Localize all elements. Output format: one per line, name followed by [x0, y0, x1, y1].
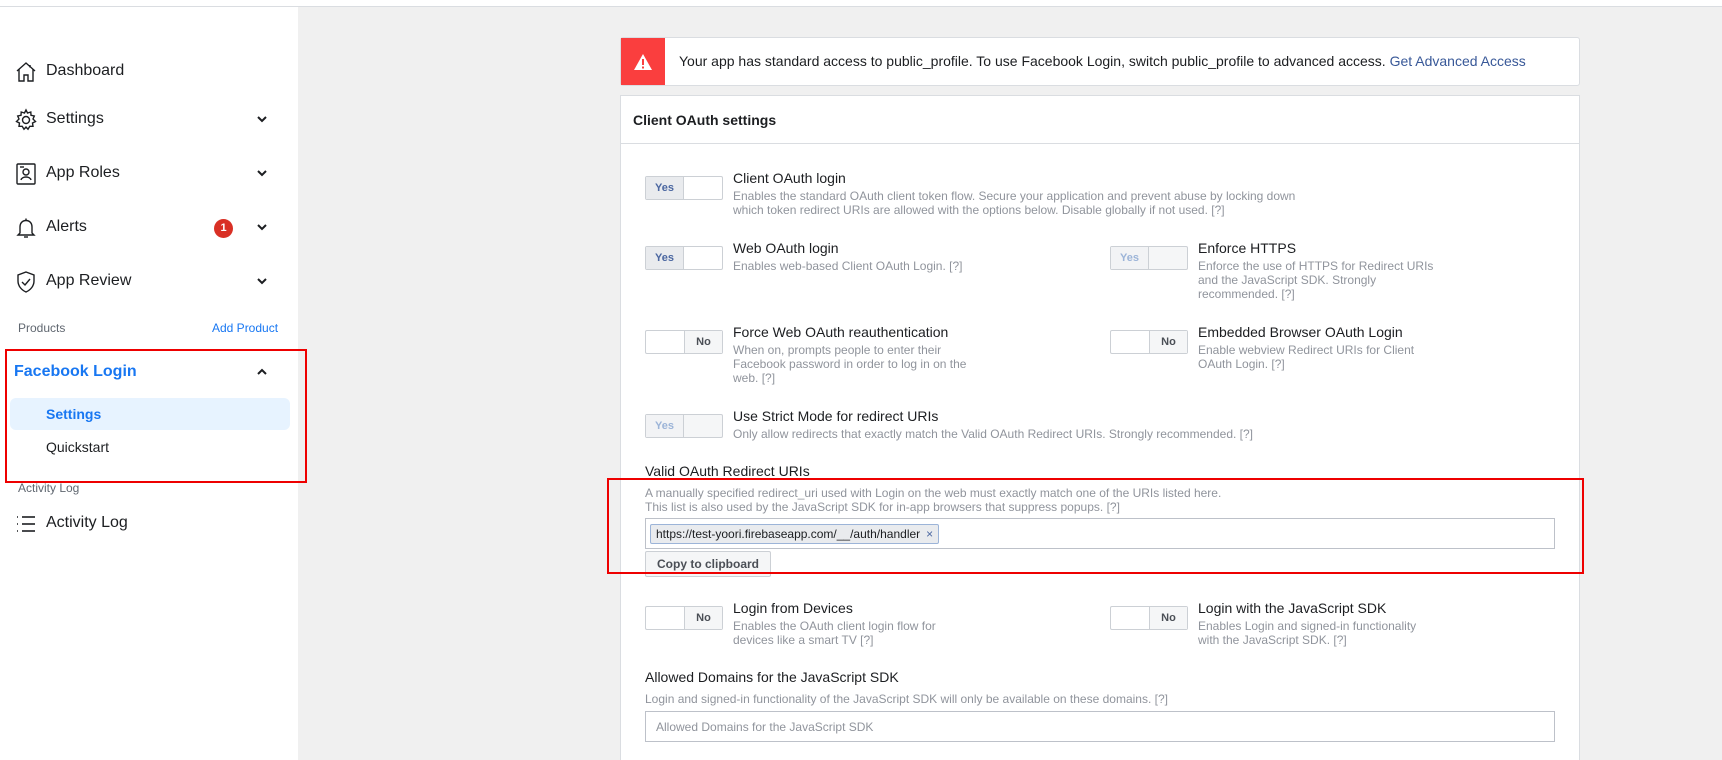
chevron-down-icon: [257, 224, 267, 231]
sidebar-subitem-settings[interactable]: Settings: [10, 398, 290, 430]
sidebar-item-app-review[interactable]: App Review: [0, 261, 298, 301]
login-js-sdk-desc: Enables Login and signed-in functionalit…: [1198, 619, 1417, 647]
redirect-uri-token: https://test-yoori.firebaseapp.com/__/au…: [650, 524, 940, 544]
sidebar-item-label: Alerts: [46, 218, 87, 235]
help-link[interactable]: [?]: [1333, 633, 1346, 647]
chevron-down-icon: [257, 170, 267, 177]
embedded-browser-desc: Enable webview Redirect URIs for Client …: [1198, 343, 1415, 371]
force-reauth-desc: When on, prompts people to enter their F…: [733, 343, 967, 385]
toggle-state: No: [1149, 331, 1187, 353]
sidebar-item-label: Settings: [46, 110, 104, 127]
panel-header: Client OAuth settings: [621, 96, 1579, 144]
sidebar-item-label: Dashboard: [46, 62, 125, 79]
help-link[interactable]: [?]: [1211, 203, 1224, 217]
sidebar-item-settings[interactable]: Settings: [0, 99, 298, 139]
web-oauth-login-toggle[interactable]: Yes: [645, 246, 723, 270]
sidebar: Dashboard Settings App Roles Alerts 1 Ap…: [0, 7, 298, 760]
sidebar-subitem-quickstart[interactable]: Quickstart: [10, 431, 290, 463]
enforce-https-toggle: Yes: [1110, 246, 1188, 270]
sidebar-item-activity-log[interactable]: Activity Log: [0, 503, 298, 543]
enforce-https-title: Enforce HTTPS: [1198, 240, 1297, 256]
allowed-domains-title: Allowed Domains for the JavaScript SDK: [645, 669, 899, 685]
help-link[interactable]: [?]: [949, 259, 962, 273]
bell-icon: [16, 218, 36, 238]
facebook-login-product[interactable]: Facebook Login: [14, 363, 137, 381]
redirect-uri-value: https://test-yoori.firebaseapp.com/__/au…: [656, 527, 921, 541]
chevron-down-icon: [257, 278, 267, 285]
help-link[interactable]: [?]: [1107, 500, 1120, 514]
advanced-access-alert: Your app has standard access to public_p…: [620, 37, 1580, 86]
sidebar-item-label: App Roles: [46, 164, 120, 181]
toggle-state: Yes: [646, 415, 684, 437]
redirect-uris-desc: A manually specified redirect_uri used w…: [645, 486, 1222, 514]
copy-to-clipboard-button[interactable]: Copy to clipboard: [645, 551, 771, 577]
get-advanced-access-link[interactable]: Get Advanced Access: [1390, 53, 1526, 69]
login-js-sdk-title: Login with the JavaScript SDK: [1198, 600, 1387, 616]
gear-icon: [15, 108, 37, 131]
embedded-browser-title: Embedded Browser OAuth Login: [1198, 324, 1403, 340]
allowed-domains-desc: Login and signed-in functionality of the…: [645, 692, 1168, 706]
toggle-state: Yes: [1111, 247, 1149, 269]
embedded-browser-oauth-toggle[interactable]: No: [1110, 330, 1188, 354]
enforce-https-desc: Enforce the use of HTTPS for Redirect UR…: [1198, 259, 1434, 301]
sidebar-subitem-label: Settings: [46, 406, 102, 422]
strict-mode-title: Use Strict Mode for redirect URIs: [733, 408, 939, 424]
web-oauth-login-desc: Enables web-based Client OAuth Login. [?…: [733, 259, 963, 273]
alert-message: Your app has standard access to public_p…: [679, 53, 1526, 69]
remove-uri-icon[interactable]: ×: [926, 527, 933, 541]
toggle-state: No: [684, 607, 722, 629]
home-icon: [16, 62, 36, 82]
chevron-down-icon: [257, 116, 267, 123]
toggle-state: Yes: [646, 247, 684, 269]
sidebar-item-label: Activity Log: [46, 514, 128, 531]
shield-check-icon: [17, 271, 35, 293]
client-oauth-login-desc: Enables the standard OAuth client token …: [733, 189, 1296, 217]
sidebar-item-app-roles[interactable]: App Roles: [0, 153, 298, 193]
help-link[interactable]: [?]: [762, 371, 775, 385]
web-oauth-login-title: Web OAuth login: [733, 240, 839, 256]
login-devices-desc: Enables the OAuth client login flow for …: [733, 619, 936, 647]
sidebar-item-dashboard[interactable]: Dashboard: [0, 51, 298, 91]
login-with-js-sdk-toggle[interactable]: No: [1110, 606, 1188, 630]
toggle-state: No: [684, 331, 722, 353]
warning-icon: [621, 38, 665, 85]
client-oauth-login-title: Client OAuth login: [733, 170, 846, 186]
allowed-domains-input[interactable]: [645, 711, 1555, 742]
force-web-oauth-reauth-toggle[interactable]: No: [645, 330, 723, 354]
help-link[interactable]: [?]: [1281, 287, 1294, 301]
redirect-uris-title: Valid OAuth Redirect URIs: [645, 463, 810, 479]
toggle-state: No: [1149, 607, 1187, 629]
activity-section-label: Activity Log: [18, 481, 80, 495]
help-link[interactable]: [?]: [860, 633, 873, 647]
panel-title: Client OAuth settings: [633, 112, 777, 128]
person-badge-icon: [16, 163, 36, 185]
login-from-devices-toggle[interactable]: No: [645, 606, 723, 630]
redirect-uris-input[interactable]: https://test-yoori.firebaseapp.com/__/au…: [645, 518, 1555, 549]
force-reauth-title: Force Web OAuth reauthentication: [733, 324, 949, 340]
help-link[interactable]: [?]: [1271, 357, 1284, 371]
login-devices-title: Login from Devices: [733, 600, 853, 616]
sidebar-item-alerts[interactable]: Alerts 1: [0, 207, 298, 247]
strict-mode-desc: Only allow redirects that exactly match …: [733, 427, 1254, 441]
sidebar-subitem-label: Quickstart: [46, 439, 110, 455]
help-link[interactable]: [?]: [1155, 692, 1168, 706]
top-bar: [0, 0, 1722, 7]
products-section-label: Products: [18, 321, 66, 335]
alert-text: Your app has standard access to public_p…: [679, 53, 1386, 69]
strict-mode-toggle: Yes: [645, 414, 723, 438]
add-product-link[interactable]: Add Product: [212, 321, 278, 335]
toggle-state: Yes: [646, 177, 684, 199]
sidebar-item-label: App Review: [46, 272, 132, 289]
client-oauth-login-toggle[interactable]: Yes: [645, 176, 723, 200]
alerts-count-badge: 1: [214, 219, 233, 238]
list-icon: [17, 516, 35, 532]
help-link[interactable]: [?]: [1240, 427, 1253, 441]
chevron-up-icon[interactable]: [255, 365, 269, 379]
